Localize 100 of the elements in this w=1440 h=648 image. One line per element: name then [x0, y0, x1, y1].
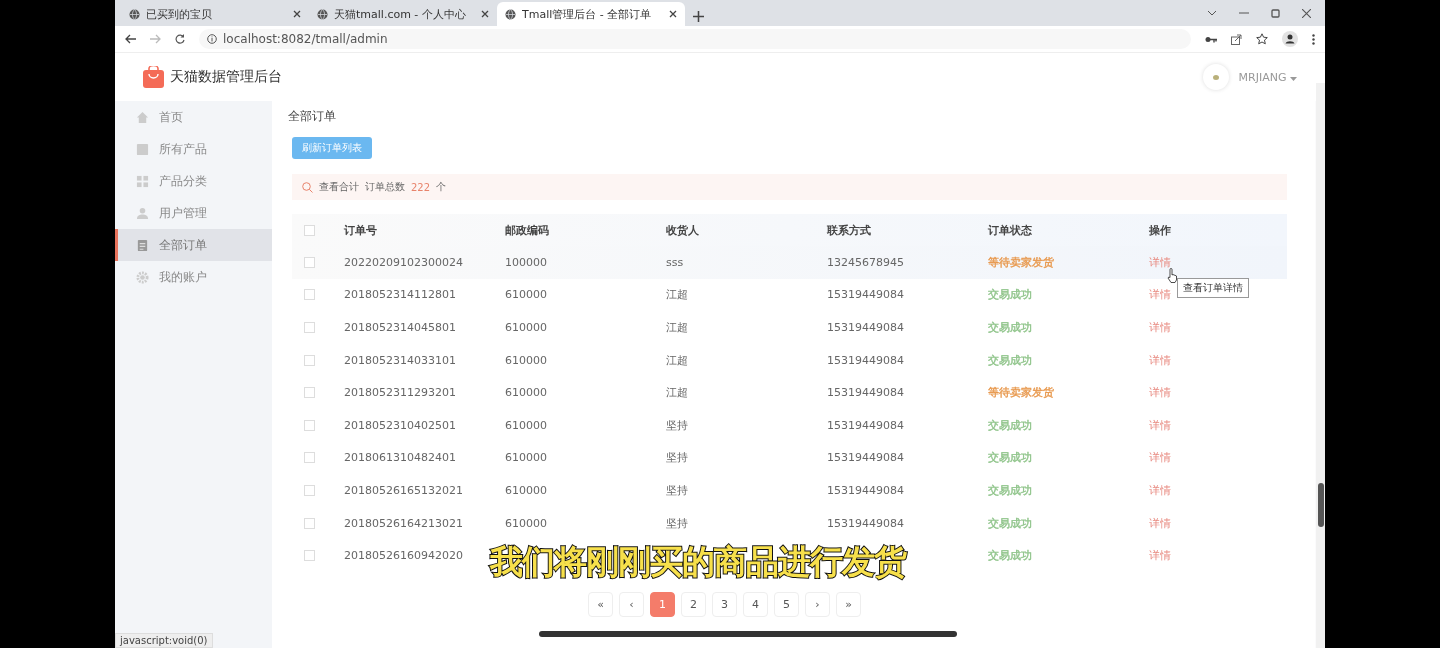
table-cell-text: 15319449084 [827, 418, 905, 432]
table-cell-text: 15319449084 [827, 353, 905, 367]
order-status: 交易成功 [988, 287, 1032, 303]
table-cell-text: 20180526165132021 [344, 483, 464, 497]
order-status: 交易成功 [988, 548, 1032, 564]
page-button[interactable]: 4 [743, 591, 768, 617]
table-cell-text: 坚持 [666, 450, 689, 466]
table-cell-text: 2018052310402501 [344, 418, 457, 432]
star-icon[interactable] [1256, 33, 1268, 45]
checkbox[interactable] [304, 354, 315, 366]
plus-icon[interactable] [693, 11, 704, 22]
restore-icon[interactable] [1271, 8, 1280, 18]
page-button[interactable]: « [588, 591, 613, 617]
detail-link[interactable]: 详情 [1149, 549, 1171, 563]
order-status: 交易成功 [988, 515, 1032, 531]
profile-icon[interactable] [1282, 31, 1298, 47]
order-status: 交易成功 [988, 450, 1032, 466]
detail-link[interactable]: 详情 [1149, 288, 1171, 302]
page-button[interactable]: 3 [712, 591, 737, 617]
sidebar-item[interactable]: 用户管理 [115, 197, 272, 229]
info-icon [207, 34, 217, 44]
checkbox[interactable] [304, 550, 315, 562]
checkbox[interactable] [304, 387, 315, 399]
close-icon[interactable] [293, 10, 301, 18]
checkbox[interactable] [304, 256, 315, 268]
hand-cursor-icon [1167, 268, 1178, 283]
page-title: 全部订单 [288, 107, 336, 125]
page-button[interactable]: ‹ [619, 591, 644, 617]
back-arrow-icon[interactable] [125, 34, 136, 44]
table-cell-text: 610000 [505, 483, 548, 497]
table-cell-text: 15319449084 [827, 321, 905, 334]
close-icon[interactable] [481, 10, 489, 18]
detail-link[interactable]: 详情 [1149, 386, 1171, 400]
table-cell-text: 20180526160942020 [344, 549, 464, 563]
close-icon[interactable] [669, 10, 677, 18]
table-cell-text: 610000 [505, 418, 548, 432]
checkbox[interactable] [304, 452, 315, 464]
scrollbar[interactable] [1316, 83, 1325, 648]
sidebar-item[interactable]: 首页 [115, 101, 272, 133]
detail-link[interactable]: 详情 [1149, 321, 1171, 334]
table-cell-text: 15319449084 [827, 516, 905, 530]
browser-tab[interactable]: 已买到的宝贝 [121, 2, 309, 26]
user-icon [136, 206, 149, 220]
page-button[interactable]: 2 [681, 591, 706, 617]
detail-link[interactable]: 详情 [1149, 353, 1171, 367]
checkbox[interactable] [304, 517, 315, 529]
home-icon [136, 110, 149, 124]
page-button[interactable]: 5 [774, 591, 799, 617]
table-cell-text: 坚持 [666, 515, 689, 531]
detail-link[interactable]: 详情 [1149, 255, 1171, 269]
sidebar-item[interactable]: 产品分类 [115, 165, 272, 197]
share-icon[interactable] [1231, 33, 1242, 45]
detail-link[interactable]: 详情 [1149, 418, 1171, 432]
table-cell-text: 20180526164213021 [344, 516, 464, 530]
checkbox[interactable] [304, 322, 315, 333]
table-cell-text: 江超 [666, 287, 689, 303]
table-cell-text: 15319449084 [827, 451, 905, 465]
page-button[interactable]: » [836, 591, 861, 617]
menu-icon[interactable] [1312, 33, 1315, 45]
checkbox[interactable] [304, 484, 315, 496]
column-header: 操作 [1149, 222, 1172, 238]
table-cell-text: 江超 [666, 352, 689, 368]
browser-tab[interactable]: Tmall管理后台 - 全部订单 [497, 2, 685, 26]
detail-link[interactable]: 详情 [1149, 451, 1171, 465]
table-cell-text: 江超 [666, 385, 689, 401]
table-cell-text: 2018052314045801 [344, 321, 457, 334]
order-status: 等待卖家发货 [988, 385, 1054, 401]
checkbox[interactable] [304, 224, 315, 236]
browser-tab[interactable]: 天猫tmall.com - 个人中心 [309, 2, 497, 26]
table-cell-text: 15319449084 [827, 483, 905, 497]
column-header: 订单号 [344, 222, 378, 238]
column-header: 邮政编码 [505, 222, 550, 238]
globe-icon [505, 8, 516, 20]
shopping-bag-icon [143, 66, 164, 88]
summary-label: 查看合计 [319, 180, 359, 194]
video-subtitle: 我们将刚刚买的商品进行发货 [490, 541, 906, 583]
globe-icon [129, 8, 140, 20]
refresh-button[interactable]: 刷新订单列表 [292, 137, 372, 159]
count-label: 订单总数 [365, 180, 405, 194]
table-cell-text: 15319449084 [827, 288, 905, 302]
square-icon [136, 142, 149, 156]
order-status: 交易成功 [988, 352, 1032, 368]
sidebar-item[interactable]: 全部订单 [115, 229, 272, 261]
detail-link[interactable]: 详情 [1149, 483, 1171, 497]
page-button[interactable]: › [805, 591, 830, 617]
detail-link[interactable]: 详情 [1149, 516, 1171, 530]
sidebar-item[interactable]: 我的账户 [115, 261, 272, 293]
globe-icon [317, 8, 328, 20]
key-icon[interactable] [1205, 35, 1217, 43]
address-bar[interactable]: localhost:8082/tmall/admin [199, 29, 1191, 49]
checkbox[interactable] [304, 289, 315, 301]
table-cell-text: 13245678945 [827, 255, 905, 269]
checkbox[interactable] [304, 419, 315, 431]
reload-icon[interactable] [175, 34, 185, 44]
chevron-down-icon[interactable] [1207, 10, 1217, 16]
page-button[interactable]: 1 [650, 591, 675, 617]
user-menu[interactable]: MRJIANG [1238, 70, 1297, 84]
column-header: 订单状态 [988, 222, 1033, 238]
close-icon[interactable] [1302, 8, 1311, 18]
sidebar-item[interactable]: 所有产品 [115, 133, 272, 165]
